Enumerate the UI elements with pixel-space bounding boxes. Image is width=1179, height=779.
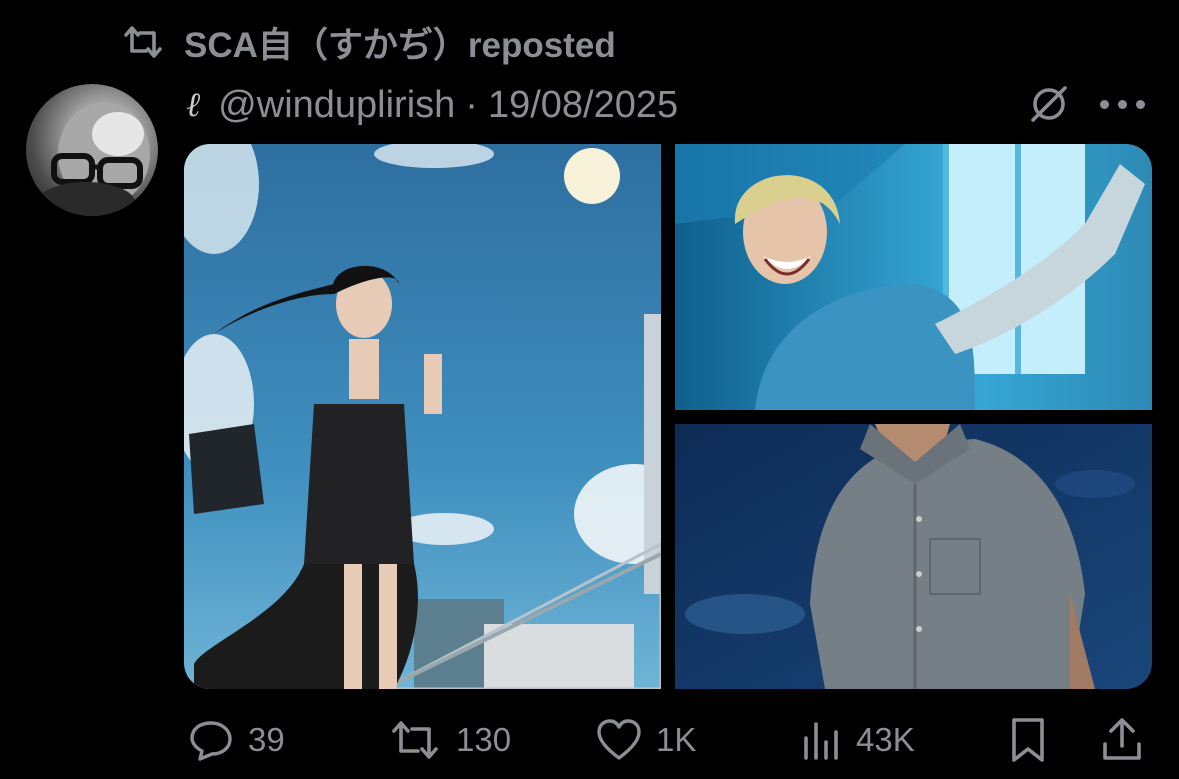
more-dot bbox=[1118, 99, 1127, 109]
reply-button[interactable]: 39 bbox=[188, 710, 285, 770]
reply-icon bbox=[190, 721, 232, 761]
separator: · bbox=[465, 83, 478, 126]
repost-button[interactable]: 130 bbox=[388, 710, 511, 770]
more-dot bbox=[1100, 99, 1109, 109]
avatar-image bbox=[36, 102, 150, 216]
action-bar: 39 130 1K 43K bbox=[0, 710, 1179, 770]
views-button[interactable]: 43K bbox=[802, 710, 915, 770]
views-count: 43K bbox=[856, 721, 915, 758]
avatar[interactable] bbox=[26, 84, 158, 216]
display-name[interactable]: ℓ bbox=[186, 85, 200, 125]
repost-icon bbox=[392, 721, 438, 759]
heart-icon bbox=[597, 719, 641, 760]
views-icon bbox=[804, 722, 838, 760]
photo-man-grey-shirt[interactable] bbox=[675, 424, 1152, 689]
photo-girl-black-dress[interactable] bbox=[184, 144, 661, 689]
more-dot bbox=[1136, 99, 1145, 109]
reply-count: 39 bbox=[248, 721, 285, 758]
post-date[interactable]: 19/08/2025 bbox=[488, 84, 678, 127]
repost-count: 130 bbox=[456, 721, 512, 758]
share-icon bbox=[1103, 718, 1141, 760]
repost-label: SCA自（すかぢ）reposted bbox=[184, 25, 616, 65]
author-handle[interactable]: @winduplirish bbox=[218, 84, 455, 127]
more-icon[interactable] bbox=[1100, 90, 1150, 118]
photo-blonde-man-laughing[interactable] bbox=[675, 144, 1152, 410]
no-reply-icon[interactable] bbox=[1025, 80, 1073, 128]
bookmark-icon bbox=[1012, 718, 1044, 762]
repost-indicator[interactable]: SCA自（すかぢ）reposted bbox=[120, 18, 616, 66]
tweet-header: ℓ @winduplirish · 19/08/2025 bbox=[186, 80, 678, 130]
share-button[interactable] bbox=[1100, 710, 1144, 770]
like-button[interactable]: 1K bbox=[596, 710, 696, 770]
bookmark-button[interactable] bbox=[1008, 710, 1048, 770]
repost-icon bbox=[124, 26, 162, 58]
media-grid bbox=[184, 144, 1152, 689]
like-count: 1K bbox=[656, 721, 697, 758]
